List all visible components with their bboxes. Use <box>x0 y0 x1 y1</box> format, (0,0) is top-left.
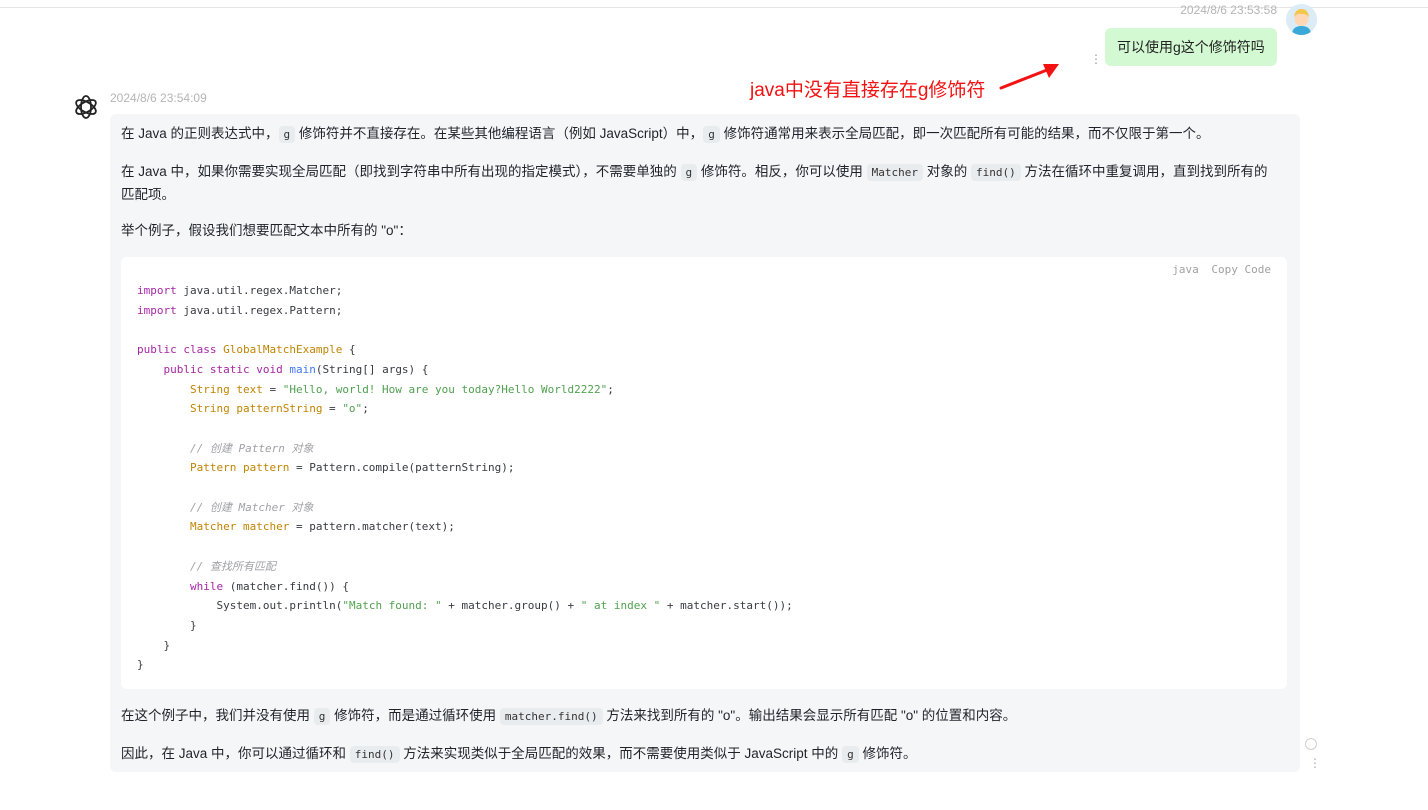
code-line: System.out.println("Match found: " + mat… <box>216 599 793 613</box>
annotation-text: java中没有直接存在g修饰符 <box>750 80 986 101</box>
paragraph-text: 在这个例子中，我们并没有使用 <box>121 708 314 723</box>
code-line: while (matcher.find()) { <box>189 579 349 593</box>
refresh-icon[interactable] <box>1305 738 1317 750</box>
code-line: public class GlobalMatchExample { <box>137 343 356 357</box>
user-message-timestamp: 2024/8/6 23:53:58 <box>1180 3 1277 17</box>
inline-code: g <box>703 126 720 143</box>
more-options-icon[interactable]: ⋮ <box>1090 53 1102 65</box>
code-line: String patternString = "o"; <box>189 402 369 416</box>
paragraph-text: 修饰符通常用来表示全局匹配，即一次匹配所有可能的结果，而不仅限于第一个。 <box>719 126 1210 141</box>
code-line: // 创建 Matcher 对象 <box>189 500 314 514</box>
openai-logo-icon <box>75 95 97 119</box>
code-line: public static void main(String[] args) { <box>163 362 429 376</box>
paragraph-3: 举个例子，假设我们想要匹配文本中所有的 "o"： <box>121 223 412 238</box>
paragraph-text: 方法来找到所有的 "o"。输出结果会显示所有匹配 "o" 的位置和内容。 <box>602 708 1017 723</box>
code-line: // 查找所有匹配 <box>189 559 276 573</box>
paragraph-text: 修饰符。 <box>858 746 917 761</box>
paragraph-text: 方法来实现类似于全局匹配的效果，而不需要使用类似于 JavaScript 中的 <box>399 746 843 761</box>
paragraph-5: 因此，在 Java 中，你可以通过循环和 find() 方法来实现类似于全局匹配… <box>121 743 1281 766</box>
code-line: Matcher matcher = pattern.matcher(text); <box>189 520 455 534</box>
code-block: java Copy Code import java.util.regex.Ma… <box>121 257 1287 689</box>
user-avatar <box>1286 4 1317 35</box>
inline-code: g <box>278 126 296 143</box>
code-line: import java.util.regex.Matcher; <box>137 284 343 297</box>
inline-code: g <box>842 746 859 763</box>
code-line: } <box>137 658 144 672</box>
inline-code: matcher.find() <box>499 708 603 725</box>
inline-code: find() <box>971 164 1021 181</box>
paragraph-text: 修饰符，而是通过循环使用 <box>330 708 500 723</box>
code-line: } <box>137 638 171 652</box>
user-avatar-image <box>1286 4 1317 35</box>
code-line: import java.util.regex.Pattern; <box>137 303 343 317</box>
paragraph-1: 在 Java 的正则表达式中， g 修饰符并不直接存在。在某些其他编程语言（例如 … <box>121 123 1281 146</box>
paragraph-text: 修饰符并不直接存在。在某些其他编程语言（例如 JavaScript）中， <box>295 126 704 141</box>
code-line: // 创建 Pattern 对象 <box>189 441 314 455</box>
paragraph-2: 在 Java 中，如果你需要实现全局匹配（即找到字符串中所有出现的指定模式），不… <box>121 161 1281 206</box>
code-line: Pattern pattern = Pattern.compile(patter… <box>189 461 515 475</box>
code-toolbar: java Copy Code <box>1166 263 1271 276</box>
inline-code: g <box>680 164 698 181</box>
paragraph-text: 因此，在 Java 中，你可以通过循环和 <box>121 746 350 761</box>
paragraph-text: 对象的 <box>923 164 972 179</box>
annotation-arrow-icon <box>999 64 1059 90</box>
more-options-icon[interactable]: ⋮ <box>1309 757 1321 769</box>
inline-code: find() <box>349 746 400 763</box>
copy-code-button[interactable]: Copy Code <box>1211 263 1271 276</box>
paragraph-text: 在 Java 的正则表达式中， <box>121 126 279 141</box>
inline-code: Matcher <box>866 164 924 181</box>
code-line: } <box>137 618 197 632</box>
paragraph-4: 在这个例子中，我们并没有使用 g 修饰符，而是通过循环使用 matcher.fi… <box>121 705 1281 728</box>
inline-code: g <box>313 708 331 725</box>
user-message-bubble: 可以使用g这个修饰符吗 <box>1105 28 1277 66</box>
code-line: String text = "Hello, world! How are you… <box>189 382 614 396</box>
assistant-message-bubble: 在 Java 的正则表达式中， g 修饰符并不直接存在。在某些其他编程语言（例如 … <box>110 114 1300 772</box>
code-lines: import java.util.regex.Matcher; import j… <box>137 281 793 675</box>
code-language-label: java <box>1172 263 1199 276</box>
assistant-message-timestamp: 2024/8/6 23:54:09 <box>110 91 207 105</box>
paragraph-text: 在 Java 中，如果你需要实现全局匹配（即找到字符串中所有出现的指定模式），不… <box>121 164 681 179</box>
paragraph-text: 修饰符。相反，你可以使用 <box>697 164 867 179</box>
